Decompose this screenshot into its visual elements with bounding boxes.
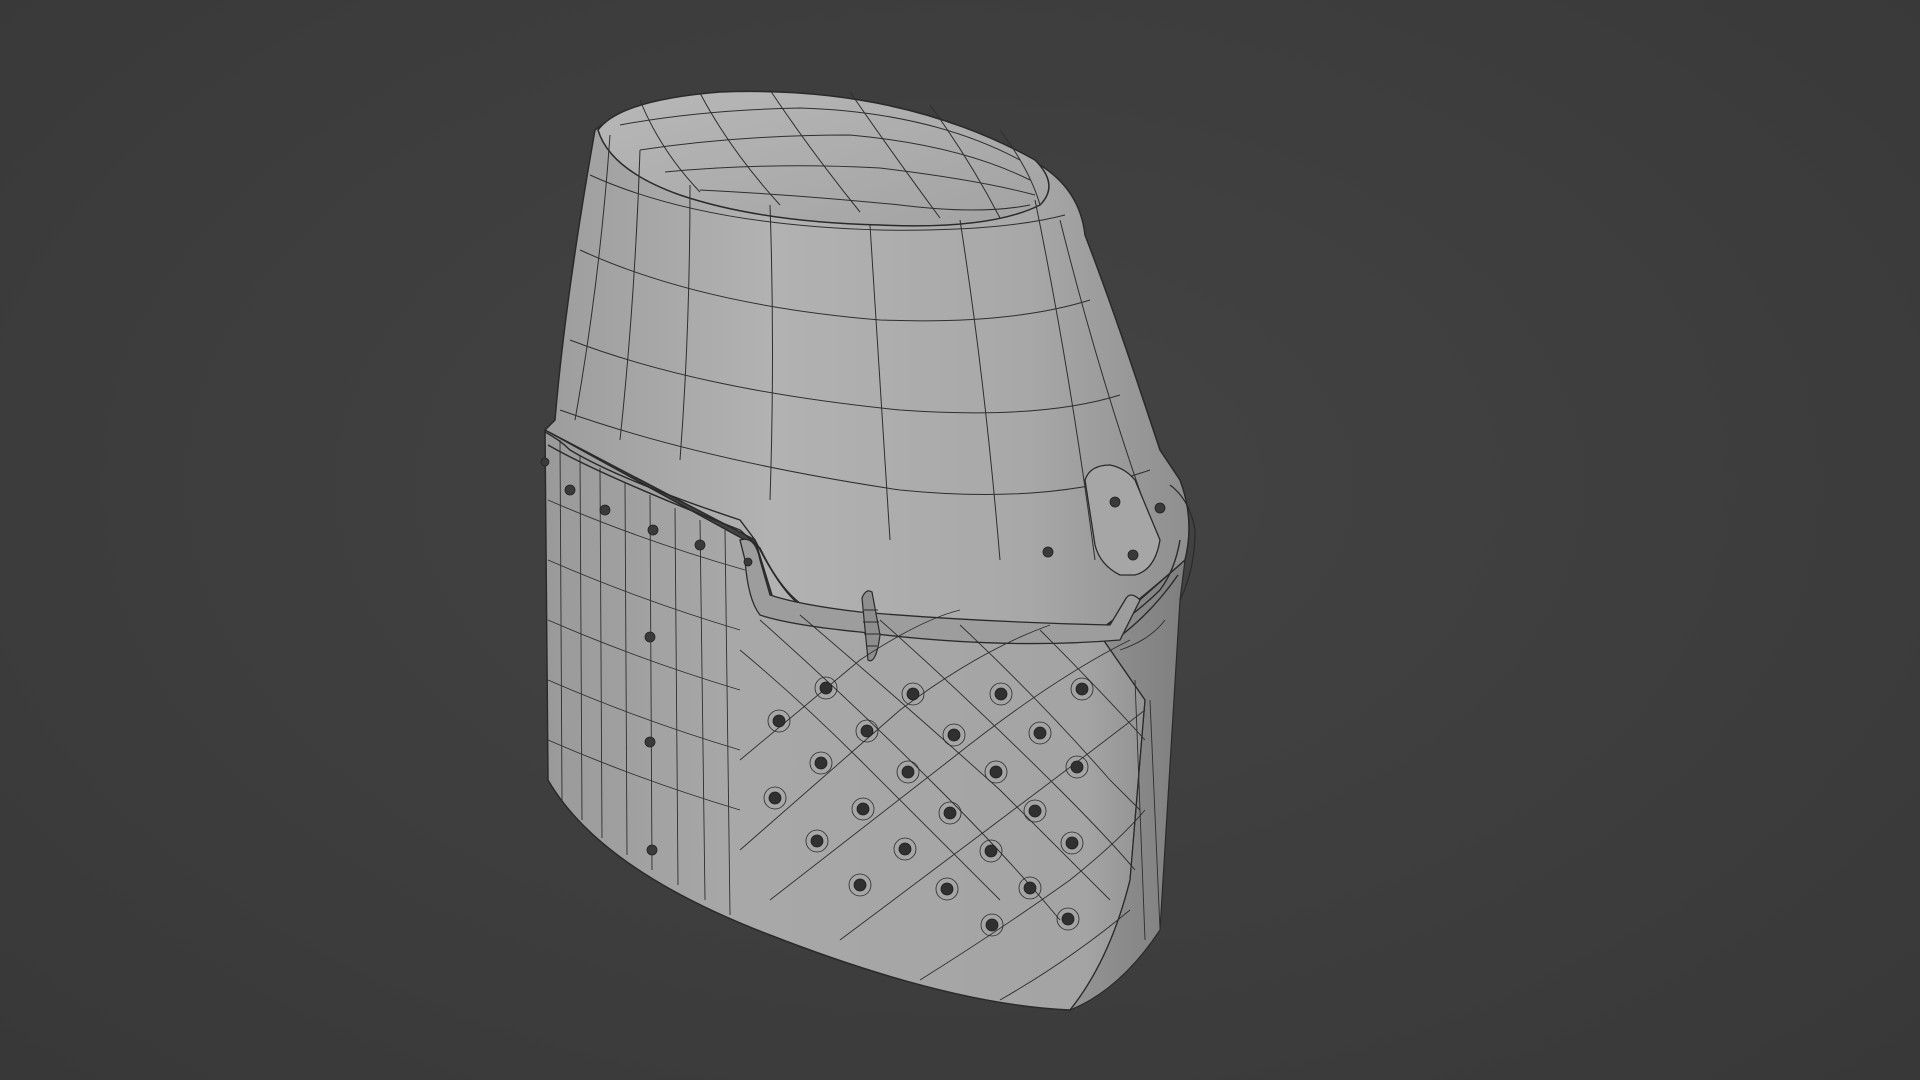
helmet-model[interactable] [0, 0, 1920, 1080]
3d-viewport[interactable] [0, 0, 1920, 1080]
